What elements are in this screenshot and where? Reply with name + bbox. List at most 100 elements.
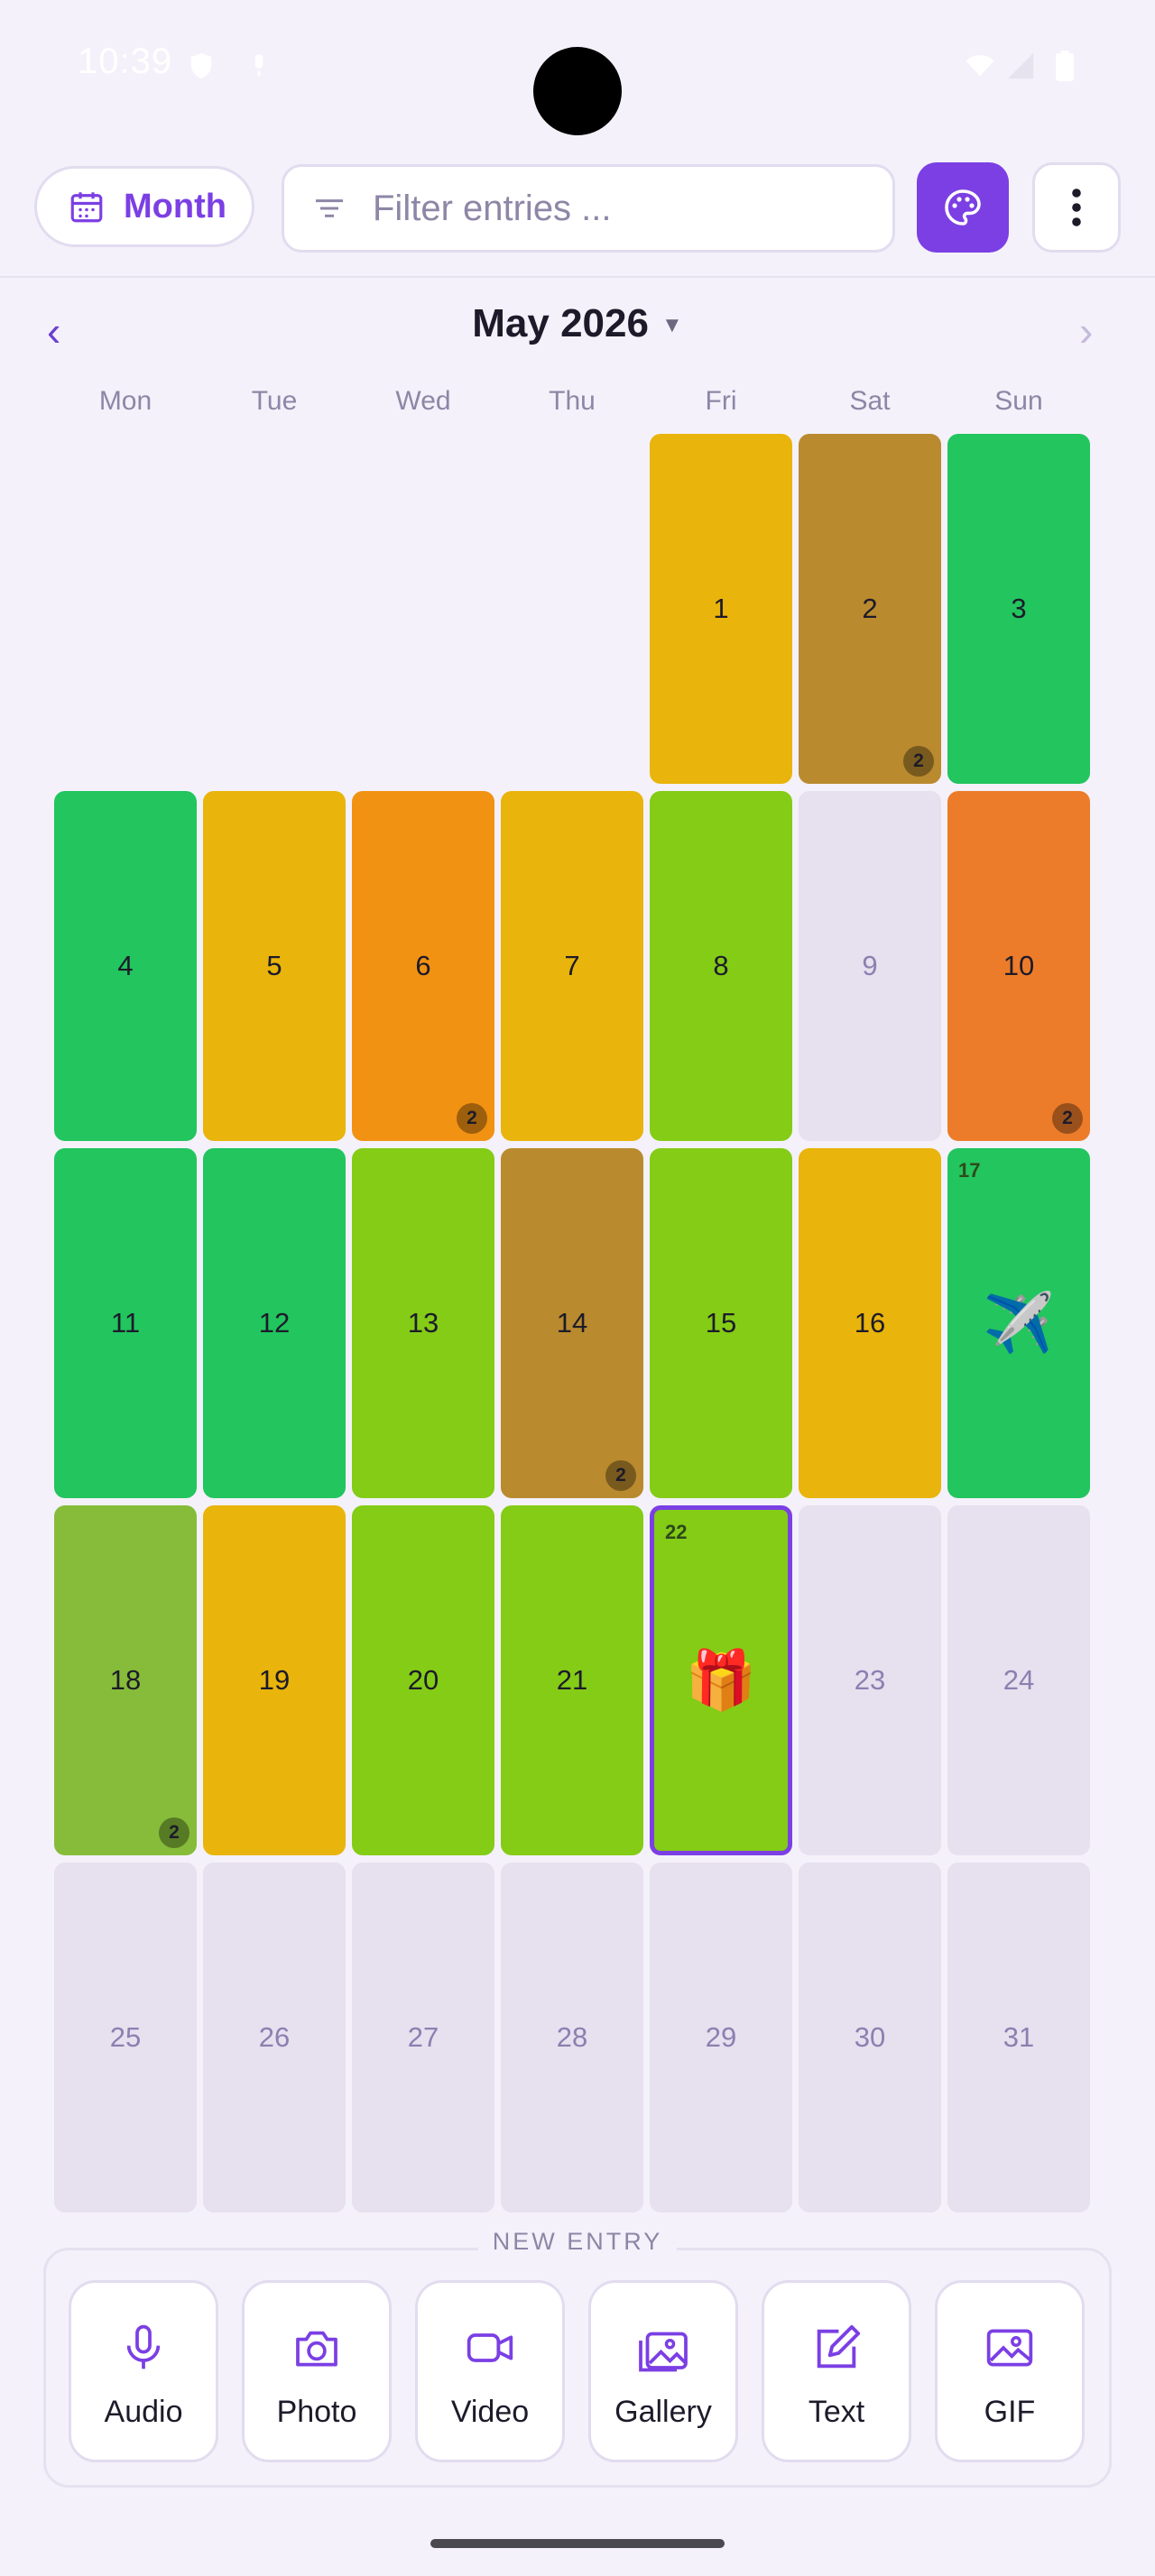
day-cell-16[interactable]: 16 bbox=[799, 1148, 941, 1498]
new-audio-button[interactable]: Audio bbox=[69, 2280, 218, 2462]
day-cell-19[interactable]: 19 bbox=[203, 1505, 346, 1855]
new-gif-label: GIF bbox=[984, 2395, 1036, 2429]
new-gif-button[interactable]: GIF bbox=[935, 2280, 1085, 2462]
day-cell-1[interactable]: 1 bbox=[650, 434, 792, 784]
weekday-header: Mon Tue Wed Thu Fri Sat Sun bbox=[54, 386, 1092, 422]
day-cell-3[interactable]: 3 bbox=[947, 434, 1090, 784]
shield-icon bbox=[190, 52, 212, 79]
day-cell-17[interactable]: 17 ✈️ bbox=[947, 1148, 1090, 1498]
day-cell-8[interactable]: 8 bbox=[650, 791, 792, 1141]
status-bar: 10:39 bbox=[0, 0, 1155, 135]
day-cell-26[interactable]: 26 bbox=[203, 1863, 346, 2213]
day-cell-4[interactable]: 4 bbox=[54, 791, 197, 1141]
entry-count-badge: 2 bbox=[159, 1817, 189, 1848]
day-number: 19 bbox=[258, 1664, 291, 1696]
toolbar-divider bbox=[0, 276, 1155, 278]
mic-status-icon bbox=[254, 54, 263, 77]
camera-icon bbox=[296, 2331, 337, 2367]
day-cell-24[interactable]: 24 bbox=[947, 1505, 1090, 1855]
day-number: 12 bbox=[258, 1307, 291, 1339]
day-number: 17 bbox=[958, 1159, 981, 1182]
entry-count-badge: 2 bbox=[605, 1460, 636, 1491]
day-cell-28[interactable]: 28 bbox=[501, 1863, 643, 2213]
calendar-icon bbox=[70, 192, 103, 223]
day-number: 20 bbox=[407, 1664, 439, 1696]
day-number: 6 bbox=[415, 950, 431, 981]
day-number: 22 bbox=[665, 1521, 688, 1543]
day-cell-23[interactable]: 23 bbox=[799, 1505, 941, 1855]
day-number: 16 bbox=[854, 1307, 886, 1339]
day-cell-29[interactable]: 29 bbox=[650, 1863, 792, 2213]
day-number: 5 bbox=[266, 950, 282, 981]
next-month-icon[interactable]: › bbox=[1079, 307, 1093, 355]
day-cell-13[interactable]: 13 bbox=[352, 1148, 494, 1498]
day-cell-18[interactable]: 18 2 bbox=[54, 1505, 197, 1855]
day-cell-31[interactable]: 31 bbox=[947, 1863, 1090, 2213]
day-number: 24 bbox=[1003, 1664, 1035, 1696]
entry-count-badge: 2 bbox=[1052, 1103, 1083, 1134]
day-number: 3 bbox=[1011, 593, 1027, 624]
day-number: 29 bbox=[705, 2021, 737, 2053]
day-cell-21[interactable]: 21 bbox=[501, 1505, 643, 1855]
gallery-icon bbox=[639, 2332, 688, 2372]
weekday-label: Fri bbox=[705, 386, 737, 416]
day-number: 15 bbox=[705, 1307, 737, 1339]
new-photo-button[interactable]: Photo bbox=[242, 2280, 392, 2462]
day-number: 10 bbox=[1003, 950, 1035, 981]
signal-icon bbox=[1007, 52, 1034, 79]
day-number: 8 bbox=[713, 950, 729, 981]
day-cell-25[interactable]: 25 bbox=[54, 1863, 197, 2213]
day-number: 7 bbox=[564, 950, 580, 981]
day-cell-11[interactable]: 11 bbox=[54, 1148, 197, 1498]
image-icon bbox=[986, 2329, 1033, 2367]
new-entry-title: NEW ENTRY bbox=[477, 2228, 678, 2255]
month-title: May 2026 bbox=[472, 301, 649, 345]
battery-icon bbox=[1056, 51, 1074, 81]
home-indicator[interactable] bbox=[430, 2539, 725, 2548]
weekday-label: Sat bbox=[849, 386, 891, 416]
weekday-label: Mon bbox=[98, 386, 152, 416]
day-number: 9 bbox=[862, 950, 878, 981]
new-text-button[interactable]: Text bbox=[762, 2280, 911, 2462]
weekday-label: Thu bbox=[549, 386, 596, 416]
day-cell-5[interactable]: 5 bbox=[203, 791, 346, 1141]
new-photo-label: Photo bbox=[276, 2395, 357, 2429]
day-number: 23 bbox=[854, 1664, 886, 1696]
more-options-button[interactable] bbox=[1032, 162, 1121, 253]
month-header: ‹ May 2026 ▼ › bbox=[0, 298, 1155, 361]
day-number: 1 bbox=[713, 593, 729, 624]
filter-input[interactable] bbox=[371, 187, 880, 230]
day-number: 13 bbox=[407, 1307, 439, 1339]
day-cell-9[interactable]: 9 bbox=[799, 791, 941, 1141]
day-cell-27[interactable]: 27 bbox=[352, 1863, 494, 2213]
day-cell-30[interactable]: 30 bbox=[799, 1863, 941, 2213]
day-cell-12[interactable]: 12 bbox=[203, 1148, 346, 1498]
month-selector[interactable]: May 2026 ▼ bbox=[0, 301, 1155, 346]
day-number: 14 bbox=[556, 1307, 588, 1339]
day-number: 18 bbox=[109, 1664, 142, 1696]
toolbar: Month bbox=[0, 161, 1155, 260]
day-cell-6[interactable]: 62 bbox=[352, 791, 494, 1141]
new-gallery-label: Gallery bbox=[614, 2395, 712, 2429]
day-cell-14[interactable]: 14 2 bbox=[501, 1148, 643, 1498]
new-video-button[interactable]: Video bbox=[415, 2280, 565, 2462]
theme-palette-button[interactable] bbox=[917, 162, 1009, 253]
status-time: 10:39 bbox=[78, 41, 173, 81]
day-cell-15[interactable]: 15 bbox=[650, 1148, 792, 1498]
new-audio-label: Audio bbox=[104, 2395, 183, 2429]
camera-cutout bbox=[533, 47, 622, 135]
day-emoji: ✈️ bbox=[983, 1290, 1055, 1356]
day-cell-10[interactable]: 10 2 bbox=[947, 791, 1090, 1141]
microphone-icon bbox=[126, 2324, 161, 2369]
day-number: 11 bbox=[110, 1307, 141, 1339]
filter-field[interactable] bbox=[282, 164, 895, 253]
day-number: 2 bbox=[862, 593, 878, 624]
day-number: 26 bbox=[258, 2021, 291, 2053]
weekday-label: Tue bbox=[251, 386, 298, 416]
day-cell-2[interactable]: 22 bbox=[799, 434, 941, 784]
new-gallery-button[interactable]: Gallery bbox=[588, 2280, 738, 2462]
view-mode-button[interactable]: Month bbox=[34, 166, 254, 247]
day-cell-22[interactable]: 22 🎁 bbox=[650, 1505, 792, 1855]
day-cell-7[interactable]: 7 bbox=[501, 791, 643, 1141]
day-cell-20[interactable]: 20 bbox=[352, 1505, 494, 1855]
